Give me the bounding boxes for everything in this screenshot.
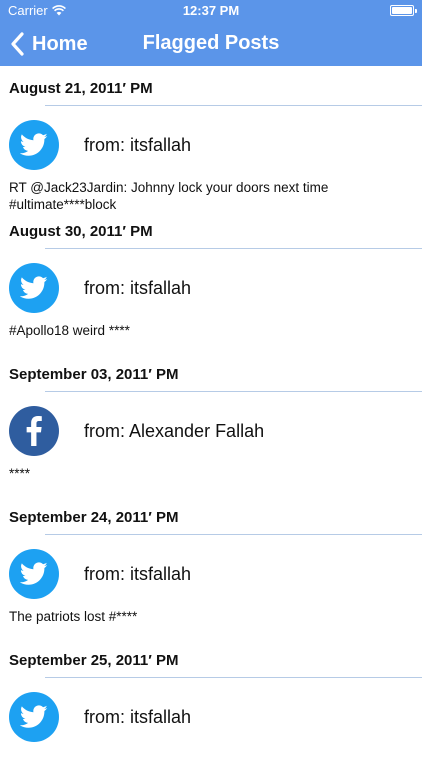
divider	[45, 534, 422, 535]
post-text: ****	[9, 466, 31, 481]
post-author: from: itsfallah	[84, 707, 192, 727]
page-title: Flagged Posts	[142, 32, 280, 54]
header: Carrier 12:37 PM Home Flagged Posts	[0, 0, 422, 66]
post-item[interactable]: August 21, 2011′ PM from: itsfallah RT @…	[0, 66, 422, 212]
flagged-posts-list: August 21, 2011′ PM from: itsfallah RT @…	[0, 66, 422, 781]
post-author: from: itsfallah	[84, 278, 192, 298]
facebook-icon	[9, 406, 59, 456]
status-time: 12:37 PM	[182, 3, 240, 18]
divider	[45, 391, 422, 392]
post-item[interactable]: August 30, 2011′ PM from: itsfallah #Apo…	[0, 209, 422, 352]
post-text: #Apollo18 weird ****	[9, 323, 130, 338]
post-date: September 24, 2011′ PM	[9, 509, 179, 526]
post-text: The patriots lost #****	[9, 609, 138, 624]
post-author: from: Alexander Fallah	[84, 421, 265, 441]
post-text: RT @Jack23Jardin: Johnny lock your doors…	[9, 180, 329, 212]
post-author: from: itsfallah	[84, 135, 192, 155]
twitter-icon	[9, 263, 59, 313]
post-author: from: itsfallah	[84, 564, 192, 584]
status-bar: Carrier 12:37 PM	[0, 0, 422, 22]
twitter-icon	[9, 120, 59, 170]
divider	[45, 105, 422, 106]
navigation-bar: Home Flagged Posts	[0, 22, 422, 66]
post-date: September 03, 2011′ PM	[9, 366, 179, 383]
post-item[interactable]: September 24, 2011′ PM from: itsfallah T…	[0, 495, 422, 638]
post-date: August 30, 2011′ PM	[9, 223, 153, 240]
post-date: August 21, 2011′ PM	[9, 80, 153, 97]
battery-icon	[390, 5, 417, 16]
divider	[45, 248, 422, 249]
post-item[interactable]: September 03, 2011′ PM from: Alexander F…	[0, 352, 422, 495]
twitter-icon	[9, 692, 59, 742]
twitter-icon	[9, 549, 59, 599]
post-date: September 25, 2011′ PM	[9, 652, 179, 669]
divider	[45, 677, 422, 678]
post-item[interactable]: September 25, 2011′ PM from: itsfallah	[0, 638, 422, 781]
